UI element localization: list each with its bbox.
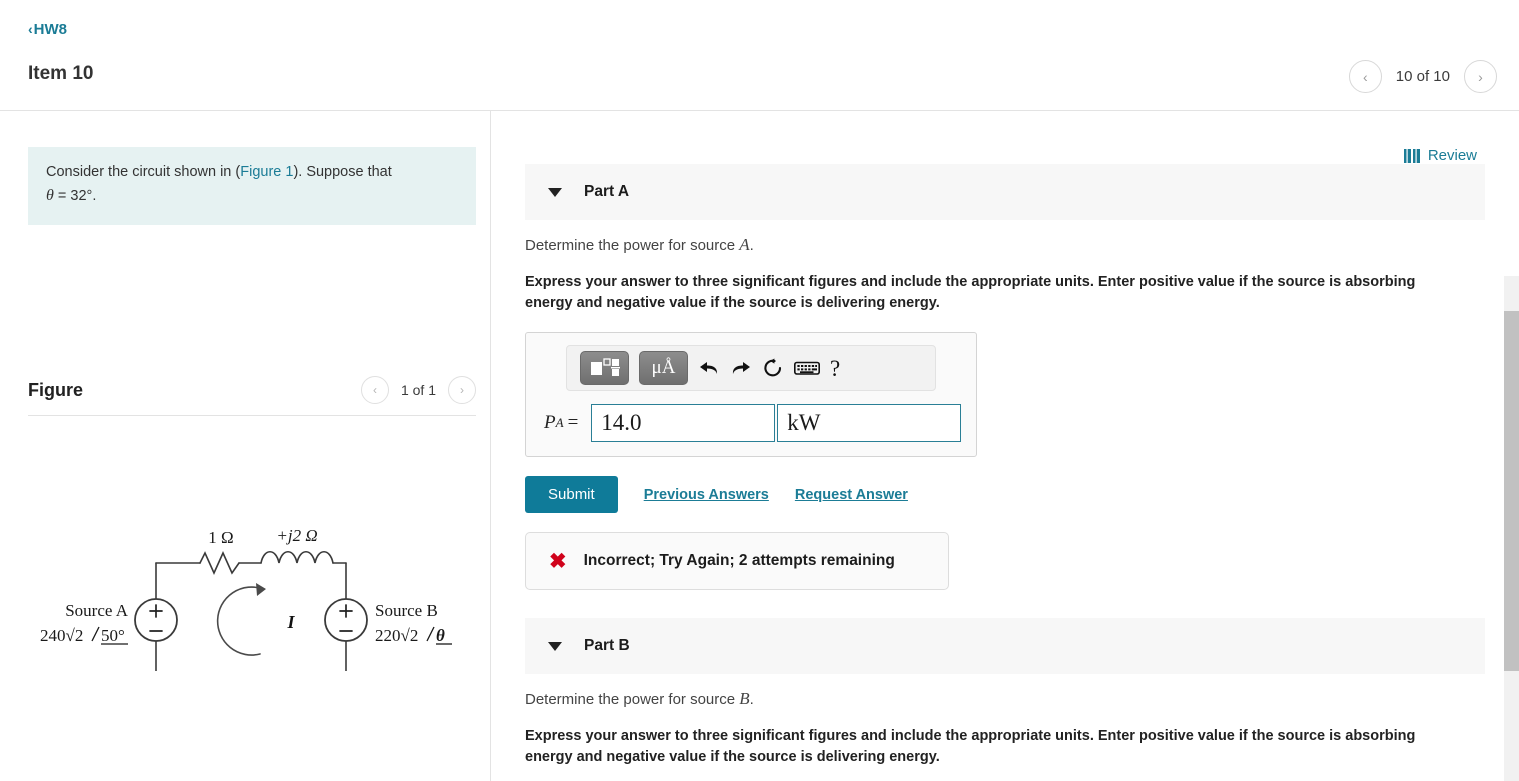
theta-value: = 32°. bbox=[57, 188, 97, 205]
part-a-units-input[interactable] bbox=[777, 404, 962, 443]
part-a-label: Part A bbox=[584, 183, 630, 200]
figure-pager: ‹ 1 of 1 › bbox=[360, 376, 476, 404]
top-header: ‹HW8 Item 10 ‹ 10 of 10 › bbox=[0, 0, 1519, 110]
figure-prev-button[interactable]: ‹ bbox=[360, 376, 389, 404]
part-a-answer-row: P A = bbox=[540, 404, 962, 443]
part-b-determine-suffix: . bbox=[749, 691, 754, 708]
part-b-header[interactable]: Part B bbox=[525, 618, 1485, 674]
content-scrollbar-track[interactable] bbox=[1504, 276, 1519, 781]
part-a-feedback-text: Incorrect; Try Again; 2 attempts remaini… bbox=[583, 552, 895, 570]
circuit-figure: 1 Ω +j2 Ω I Source A 240√2 50° Source B … bbox=[28, 491, 478, 680]
redo-arrow-icon[interactable] bbox=[730, 359, 752, 377]
part-a-source-symbol: A bbox=[739, 235, 750, 254]
figure-1-link[interactable]: Figure 1 bbox=[240, 164, 293, 180]
part-a-answer-widget: μÅ ? P A = 14.0 kW bbox=[525, 332, 977, 458]
source-a-value: 240√2 bbox=[40, 626, 83, 645]
figure-title: Figure bbox=[28, 379, 84, 400]
breadcrumb-hw8[interactable]: ‹HW8 bbox=[28, 21, 67, 38]
problem-text-after: ). Suppose that bbox=[293, 164, 392, 180]
part-b-source-symbol: B bbox=[739, 689, 750, 708]
source-a-value-group: 240√2 50° bbox=[40, 626, 128, 645]
part-a-math-toolbar: μÅ ? bbox=[566, 345, 936, 392]
chevron-left-icon: ‹ bbox=[372, 383, 377, 397]
reset-glyph bbox=[764, 358, 782, 377]
units-micro-angstrom-icon[interactable]: μÅ bbox=[639, 351, 688, 386]
source-b-value-group: 220√2 θ bbox=[375, 626, 452, 645]
page-title: Item 10 bbox=[28, 63, 94, 84]
problem-statement: Consider the circuit shown in (Figure 1)… bbox=[28, 147, 476, 226]
chevron-left-icon: ‹ bbox=[28, 21, 33, 37]
math-template-glyph bbox=[590, 358, 620, 377]
caret-down-icon[interactable] bbox=[548, 641, 562, 651]
circuit-diagram-svg: 1 Ω +j2 Ω I Source A 240√2 50° Source B … bbox=[40, 526, 452, 680]
part-a-determine-suffix: . bbox=[749, 237, 754, 254]
chevron-right-icon: › bbox=[1478, 68, 1483, 85]
part-a-submit-button[interactable]: Submit bbox=[525, 476, 618, 514]
part-b-determine-prefix: Determine the power for source bbox=[525, 691, 736, 708]
part-a-determine-prefix: Determine the power for source bbox=[525, 237, 736, 254]
chevron-left-icon: ‹ bbox=[1362, 68, 1368, 85]
part-a-request-answer-link[interactable]: Request Answer bbox=[795, 487, 908, 503]
reset-circle-icon[interactable] bbox=[762, 358, 784, 378]
part-a-body: Determine the power for source A. Expres… bbox=[525, 235, 1485, 591]
incorrect-x-icon: ✖ bbox=[549, 549, 567, 573]
keyboard-icon[interactable] bbox=[794, 360, 820, 376]
part-b-instructions: Express your answer to three significant… bbox=[525, 728, 1416, 766]
source-b-value: 220√2 bbox=[375, 626, 418, 645]
current-label: I bbox=[286, 612, 295, 632]
power-subscript: A bbox=[555, 415, 564, 431]
part-a-instructions: Express your answer to three significant… bbox=[525, 274, 1416, 312]
undo-glyph bbox=[700, 362, 718, 375]
item-prev-button[interactable]: ‹ bbox=[1348, 60, 1382, 93]
current-loop-arrow-icon bbox=[216, 583, 266, 656]
book-icon bbox=[1403, 148, 1420, 163]
keyboard-glyph bbox=[794, 361, 820, 375]
resistor-label: 1 Ω bbox=[208, 528, 233, 547]
math-template-icon[interactable] bbox=[580, 351, 629, 386]
item-next-button[interactable]: › bbox=[1464, 60, 1497, 93]
source-a-name: Source A bbox=[65, 601, 129, 620]
part-b-body: Determine the power for source B. Expres… bbox=[525, 689, 1485, 768]
inductor-label: +j2 Ω bbox=[276, 526, 317, 545]
review-label: Review bbox=[1427, 147, 1477, 164]
redo-glyph bbox=[732, 362, 750, 375]
part-a-feedback: ✖ Incorrect; Try Again; 2 attempts remai… bbox=[525, 532, 949, 591]
undo-arrow-icon[interactable] bbox=[698, 359, 720, 377]
figure-next-button[interactable]: › bbox=[448, 376, 476, 404]
given-condition: θ = 32°. bbox=[46, 184, 458, 209]
left-panel: Consider the circuit shown in (Figure 1)… bbox=[0, 111, 490, 781]
part-a-answer-label: P A = bbox=[540, 404, 591, 442]
chevron-right-icon: › bbox=[460, 383, 464, 397]
equals-sign: = bbox=[567, 412, 579, 434]
item-pager: ‹ 10 of 10 › bbox=[1348, 60, 1497, 93]
part-a-actions: Submit Previous Answers Request Answer bbox=[525, 476, 1485, 514]
help-icon[interactable]: ? bbox=[830, 357, 840, 380]
part-a-previous-answers-link[interactable]: Previous Answers bbox=[644, 487, 769, 503]
review-button[interactable]: Review bbox=[1403, 147, 1477, 164]
part-b-label: Part B bbox=[584, 637, 630, 654]
caret-down-icon[interactable] bbox=[548, 187, 562, 197]
figure-divider bbox=[28, 415, 476, 416]
power-symbol: P bbox=[544, 412, 556, 434]
part-a-value-input[interactable] bbox=[591, 404, 776, 443]
part-b-determine: Determine the power for source B. bbox=[525, 689, 1485, 709]
theta-symbol: θ bbox=[46, 187, 54, 205]
figure-pager-label: 1 of 1 bbox=[400, 382, 436, 398]
part-a-determine: Determine the power for source A. bbox=[525, 235, 1485, 255]
item-pager-label: 10 of 10 bbox=[1395, 68, 1450, 85]
right-panel: Review Part A Determine the power for so… bbox=[491, 111, 1519, 781]
content-scrollbar-thumb[interactable] bbox=[1504, 311, 1519, 671]
units-icon-label: μÅ bbox=[651, 357, 676, 379]
source-a-angle: 50° bbox=[101, 626, 125, 645]
source-b-angle: θ bbox=[436, 626, 445, 645]
source-b-name: Source B bbox=[375, 601, 438, 620]
problem-text-before: Consider the circuit shown in ( bbox=[46, 164, 241, 180]
part-a-header[interactable]: Part A bbox=[525, 164, 1485, 220]
figure-header: Figure ‹ 1 of 1 › bbox=[28, 376, 476, 404]
breadcrumb-label: HW8 bbox=[33, 21, 68, 38]
